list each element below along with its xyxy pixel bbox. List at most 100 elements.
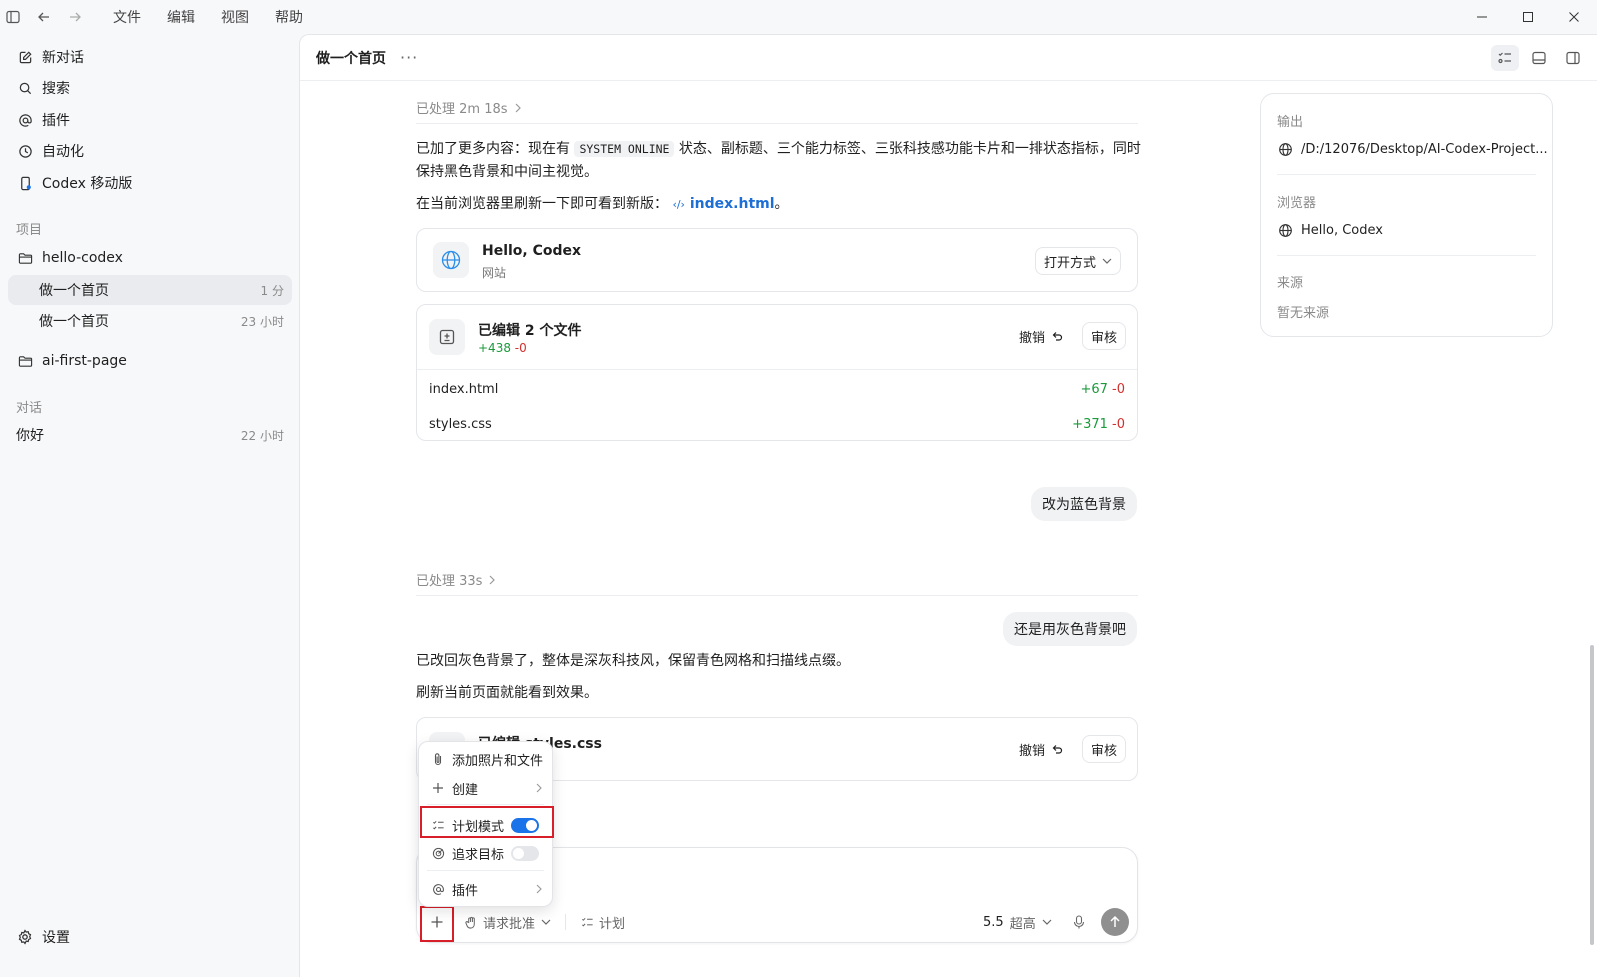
checklist-icon — [1498, 52, 1511, 64]
assistant-message: 已加了更多内容：现在有 SYSTEM ONLINE 状态、副标题、三个能力标签、… — [416, 141, 1141, 180]
assistant-message: 已改回灰色背景了，整体是深灰科技风，保留青色网格和扫描线点缀。 — [416, 653, 850, 669]
sidebar-item-new-chat[interactable]: 新对话 — [8, 42, 292, 72]
user-message: 还是用灰色背景吧 — [1003, 612, 1137, 646]
plan-chip[interactable]: 计划 — [581, 910, 625, 934]
lines-added: +438 — [478, 341, 511, 355]
file-row[interactable]: index.html +67 -0 — [417, 372, 1137, 407]
menu-item-goal[interactable]: 追求目标 — [425, 841, 548, 865]
forward-arrow-icon[interactable] — [64, 6, 86, 28]
sidebar-toggle-icon[interactable] — [2, 6, 24, 28]
undo-button[interactable]: 撤销 — [1019, 322, 1063, 350]
gear-icon — [16, 928, 34, 946]
chats-section-label: 对话 — [16, 401, 43, 416]
divider — [416, 123, 1138, 124]
chevron-right-icon — [514, 103, 522, 113]
browser-label: 浏览器 — [1277, 196, 1317, 211]
review-button[interactable]: 审核 — [1082, 735, 1127, 763]
edit-icon — [16, 48, 34, 66]
scrollbar-thumb[interactable] — [1590, 645, 1594, 945]
output-path[interactable]: /D:/12076/Desktop/AI-Codex-Project... — [1277, 141, 1548, 157]
menu-item-add-files[interactable]: 添加照片和文件 — [425, 747, 548, 771]
sidebar-thread[interactable]: 做一个首页 23 小时 — [8, 306, 292, 336]
website-title: Hello, Codex — [482, 243, 582, 259]
at-icon — [431, 882, 445, 896]
info-panel: 输出 /D:/12076/Desktop/AI-Codex-Project...… — [1260, 93, 1553, 337]
inline-code: SYSTEM ONLINE — [574, 141, 675, 157]
title-bar: 文件 编辑 视图 帮助 — [0, 0, 1597, 34]
sidebar-item-plugins[interactable]: 插件 — [8, 105, 292, 135]
paperclip-icon — [431, 752, 445, 766]
menu-edit[interactable]: 编辑 — [167, 7, 195, 27]
back-arrow-icon[interactable] — [33, 6, 55, 28]
approval-mode-dropdown[interactable]: 请求批准 — [465, 910, 551, 934]
right-panel-icon — [1566, 51, 1580, 65]
file-link[interactable]: ‹/› index.html — [672, 196, 774, 212]
chevron-down-icon — [1042, 918, 1052, 926]
edited-files-card: 已编辑 2 个文件 +438 -0 撤销 审核 index.html +67 -… — [416, 304, 1138, 441]
chevron-down-icon — [1102, 257, 1112, 265]
model-selector[interactable]: 5.5 超高 — [983, 910, 1052, 934]
sidebar-project-hello-codex[interactable]: hello-codex — [8, 243, 292, 273]
send-button[interactable] — [1101, 908, 1129, 936]
globe-icon — [433, 242, 469, 278]
file-diff-icon — [429, 319, 465, 355]
goal-toggle[interactable] — [511, 845, 539, 861]
window-controls — [1459, 0, 1597, 34]
website-card[interactable]: Hello, Codex 网站 打开方式 — [416, 228, 1138, 292]
sidebar-item-mobile[interactable]: Codex 移动版 — [8, 168, 292, 198]
menu-help[interactable]: 帮助 — [275, 7, 303, 27]
undo-button[interactable]: 撤销 — [1019, 735, 1063, 763]
header-tools — [1485, 45, 1587, 71]
folder-icon — [16, 352, 34, 370]
close-button[interactable] — [1551, 0, 1597, 34]
menu-item-plugins[interactable]: 插件 — [425, 877, 548, 901]
menu-file[interactable]: 文件 — [113, 7, 141, 27]
minimize-button[interactable] — [1459, 0, 1505, 34]
undo-icon — [1051, 743, 1063, 755]
browser-value[interactable]: Hello, Codex — [1277, 222, 1383, 238]
mobile-icon — [16, 174, 34, 192]
menu-view[interactable]: 视图 — [221, 7, 249, 27]
sidebar-item-automation[interactable]: 自动化 — [8, 136, 292, 166]
edited-files-title: 已编辑 2 个文件 — [478, 323, 582, 339]
side-panel-button[interactable] — [1559, 45, 1587, 71]
file-row[interactable]: styles.css +371 -0 — [417, 407, 1137, 442]
highlight-box — [420, 806, 554, 838]
menu-bar: 文件 编辑 视图 帮助 — [100, 7, 316, 27]
maximize-button[interactable] — [1505, 0, 1551, 34]
more-options-button[interactable]: ··· — [400, 48, 418, 67]
sidebar: 新对话 搜索 插件 自动化 Codex 移动版 项目 hello-codex 做… — [0, 34, 300, 977]
highlight-box — [420, 906, 454, 942]
review-button[interactable]: 审核 — [1082, 322, 1127, 350]
search-icon — [16, 79, 34, 97]
processed-summary[interactable]: 已处理 2m 18s — [416, 98, 522, 117]
terminal-panel-button[interactable] — [1525, 45, 1553, 71]
assistant-message: 在当前浏览器里刷新一下即可看到新版： ‹/› index.html。 — [416, 196, 789, 212]
target-icon — [431, 846, 445, 860]
lines-removed: -0 — [514, 341, 527, 355]
undo-icon — [1051, 330, 1063, 342]
clock-icon — [16, 142, 34, 160]
source-label: 来源 — [1277, 276, 1304, 291]
task-list-view-button[interactable] — [1491, 45, 1519, 71]
processed-summary[interactable]: 已处理 33s — [416, 570, 496, 589]
plus-icon — [431, 781, 445, 795]
microphone-button[interactable] — [1073, 910, 1085, 934]
chevron-right-icon — [535, 783, 542, 793]
sidebar-chat-item[interactable]: 你好 22 小时 — [8, 420, 292, 450]
open-with-button[interactable]: 打开方式 — [1034, 247, 1121, 275]
folder-icon — [16, 249, 34, 267]
sidebar-item-settings[interactable]: 设置 — [8, 922, 292, 952]
website-subtitle: 网站 — [482, 266, 507, 280]
sidebar-item-search[interactable]: 搜索 — [8, 73, 292, 103]
sidebar-project-ai-first-page[interactable]: ai-first-page — [8, 346, 292, 376]
checklist-icon — [581, 916, 594, 929]
microphone-icon — [1073, 915, 1085, 929]
code-icon: ‹/› — [672, 198, 685, 211]
page-title: 做一个首页 — [316, 50, 386, 67]
menu-item-create[interactable]: 创建 — [425, 776, 548, 800]
chevron-down-icon — [541, 918, 551, 926]
globe-icon — [1277, 222, 1293, 238]
sidebar-thread-active[interactable]: 做一个首页 1 分 — [8, 275, 292, 305]
source-value: 暂无来源 — [1277, 306, 1330, 321]
